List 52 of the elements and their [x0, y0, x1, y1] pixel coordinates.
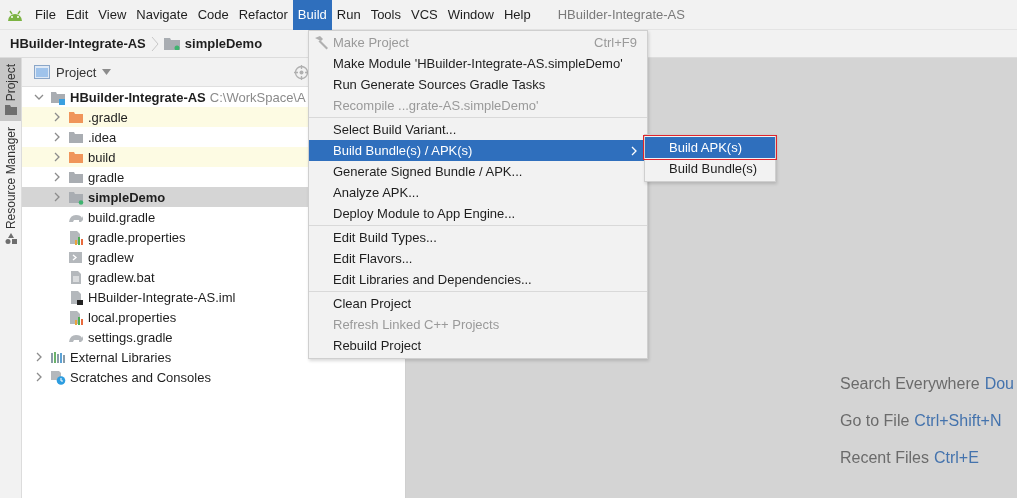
menu-item[interactable]: Help	[498, 0, 536, 30]
menu-item[interactable]: Tools	[365, 0, 406, 30]
menu-item[interactable]: Make Module 'HBuilder-Integrate-AS.simpleDemo'	[309, 53, 647, 74]
menu-item[interactable]: Code	[192, 0, 234, 30]
tool-window-tab[interactable]: Resource Manager	[0, 121, 21, 251]
menu-item[interactable]: Build Bundle(s) / APK(s)	[309, 140, 647, 161]
menu-item[interactable]: Edit	[60, 0, 94, 30]
tree-item-label: gradle	[88, 169, 125, 185]
hint-label: Recent Files	[840, 449, 929, 467]
tree-item-label: External Libraries	[70, 349, 172, 365]
breadcrumb-item[interactable]: simpleDemo	[184, 36, 263, 51]
tree-item[interactable]: Scratches and Consoles	[22, 367, 405, 387]
panel-title[interactable]: Project	[56, 64, 97, 80]
tree-item-label: build.gradle	[88, 209, 156, 225]
tree-item-label: build	[88, 149, 116, 165]
shortcut-text: Dou	[984, 375, 1014, 393]
tree-item-label: HBuilder-Integrate-AS.iml	[88, 289, 236, 305]
tree-item-label: gradlew	[88, 249, 134, 265]
menu-item[interactable]: Run	[331, 0, 366, 30]
tree-item-label: settings.gradle	[88, 329, 173, 345]
hint-label: Go to File	[840, 412, 910, 430]
project-path: C:\WorkSpace\A	[209, 89, 306, 105]
tree-item-label: Scratches and Consoles	[70, 369, 211, 385]
tree-item-label: HBuilder-Integrate-AS	[70, 89, 206, 105]
menu-item[interactable]: Build	[292, 0, 332, 30]
menu-item[interactable]: Window	[442, 0, 499, 30]
menu-item[interactable]: Build Bundle(s)	[645, 158, 775, 179]
menu-item[interactable]: VCS	[406, 0, 443, 30]
tool-window-tab[interactable]: Project	[0, 58, 21, 122]
menu-item[interactable]: Edit Build Types...	[309, 227, 647, 248]
shortcut-text: Ctrl+Shift+N	[914, 412, 1002, 430]
menu-item[interactable]: File	[30, 0, 61, 30]
menu-item[interactable]: Refactor	[233, 0, 293, 30]
hint-label: Search Everywhere	[840, 375, 980, 393]
breadcrumb-item[interactable]: HBuilder-Integrate-AS	[10, 36, 146, 51]
menu-item[interactable]: Edit Flavors...	[309, 248, 647, 269]
menu-item[interactable]: Rebuild Project	[309, 335, 647, 356]
menu-item[interactable]: Navigate	[131, 0, 193, 30]
menu-item[interactable]: Run Generate Sources Gradle Tasks	[309, 74, 647, 95]
tree-item-label: local.properties	[88, 309, 177, 325]
menu-item[interactable]: Build APK(s)	[645, 137, 775, 158]
menu-item[interactable]: View	[93, 0, 132, 30]
tree-item-label: gradlew.bat	[88, 269, 155, 285]
window-title: HBuilder-Integrate-AS	[557, 7, 685, 22]
menu-item[interactable]: Clean Project	[309, 293, 647, 314]
tree-item-label: .gradle	[88, 109, 128, 125]
menu-item[interactable]: Edit Libraries and Dependencies...	[309, 269, 647, 290]
tree-item-label: gradle.properties	[88, 229, 186, 245]
shortcut-text: Ctrl+E	[933, 449, 979, 467]
tree-item-label: simpleDemo	[88, 189, 166, 205]
tree-item-label: .idea	[88, 129, 117, 145]
shortcut-text: Ctrl+F9	[594, 35, 637, 50]
